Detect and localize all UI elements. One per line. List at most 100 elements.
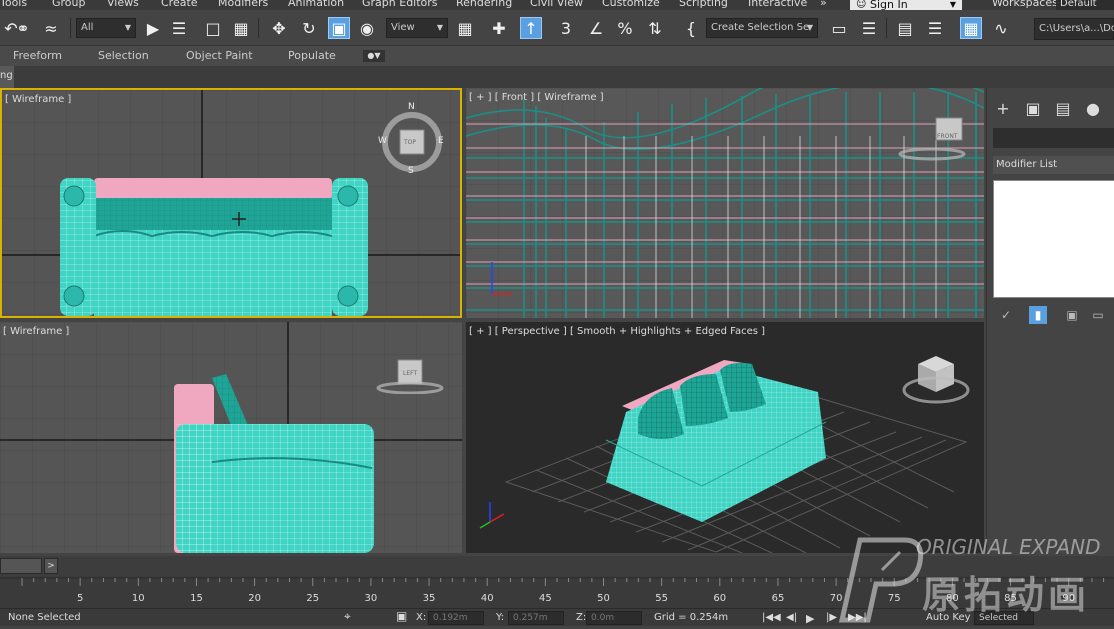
select-manipulate-icon[interactable]: ✚ — [488, 17, 510, 39]
main-toolbar: ↶ ⚭ ≈ All ▼ ▶ ☰ □ ▦ ✥ ↻ ▣ ◉ View ▼ ▦ ✚ ↑ 3… — [0, 10, 1114, 46]
viewport-front-label[interactable]: [ + ] [ Front ] [ Wireframe ] — [469, 92, 604, 103]
x-label: X: — [416, 612, 427, 623]
modifier-stack[interactable] — [993, 180, 1114, 298]
isolate-selection-icon[interactable]: ⌖ — [344, 609, 351, 624]
remove-modifier-icon[interactable]: ▭ — [1089, 306, 1107, 324]
layer-explorer-icon[interactable]: ☰ — [924, 17, 946, 39]
edit-named-selection-icon[interactable]: { — [680, 17, 702, 39]
y-label: Y: — [496, 612, 505, 623]
modifier-list-dropdown[interactable]: Modifier List — [993, 156, 1114, 174]
link-icon[interactable]: ⚭ — [12, 17, 34, 39]
create-tab-icon[interactable]: + — [991, 96, 1015, 120]
select-by-name-icon[interactable]: ☰ — [168, 17, 190, 39]
menu-graph-editors[interactable]: Graph Editors — [362, 0, 438, 9]
auto-key-button[interactable]: Auto Key — [926, 612, 971, 623]
viewport-left[interactable]: [ Wireframe ] LEFT — [0, 322, 462, 553]
menu-civil-view[interactable]: Civil View — [530, 0, 583, 9]
rotate-icon[interactable]: ↻ — [298, 17, 320, 39]
previous-frame-icon[interactable]: ◀| — [786, 612, 797, 623]
spinner-snap-icon[interactable]: ⇅ — [644, 17, 666, 39]
y-coordinate-field[interactable]: 0.257m — [508, 611, 564, 625]
go-to-end-icon[interactable]: ▶▶| — [848, 612, 867, 623]
workspace-dropdown[interactable]: Default — [1056, 0, 1114, 10]
menu-rendering[interactable]: Rendering — [456, 0, 512, 9]
pivot-center-icon[interactable]: ▦ — [454, 17, 476, 39]
time-slider-handle[interactable] — [0, 558, 42, 574]
scale-icon[interactable]: ▣ — [328, 17, 350, 39]
menu-group[interactable]: Group — [52, 0, 86, 9]
z-coordinate-field[interactable]: 0.0m — [586, 611, 642, 625]
mirror-icon[interactable]: ▭ — [828, 17, 850, 39]
track-tick-label: 10 — [132, 593, 145, 604]
ribbon-panel-tab[interactable]: ng — [0, 66, 14, 88]
percent-snap-icon[interactable]: % — [614, 17, 636, 39]
go-to-start-icon[interactable]: |◀◀ — [762, 612, 781, 623]
menu-create[interactable]: Create — [161, 0, 198, 9]
rectangular-selection-icon[interactable]: □ — [202, 17, 224, 39]
menu-customize[interactable]: Customize — [602, 0, 660, 9]
viewport-left-label[interactable]: [ Wireframe ] — [3, 326, 69, 337]
keyboard-shortcut-override-icon[interactable]: ↑ — [520, 17, 542, 39]
next-frame-icon[interactable]: |▶ — [826, 612, 837, 623]
ribbon-tab-freeform[interactable]: Freeform — [13, 49, 62, 62]
sign-in-button[interactable]: ☺ Sign In ▼ — [850, 0, 962, 10]
track-tick-label: 20 — [248, 593, 261, 604]
next-frame-button[interactable]: > — [44, 558, 58, 574]
angle-snap-icon[interactable]: ∠ — [585, 17, 607, 39]
viewport-perspective[interactable]: [ + ] [ Perspective ] [ Smooth + Highlig… — [466, 322, 984, 553]
selection-status: None Selected — [8, 612, 81, 623]
viewcube-top[interactable]: N E S W TOP — [378, 102, 446, 176]
key-mode-dropdown[interactable]: Selected — [974, 611, 1034, 625]
menu-tools[interactable]: Tools — [0, 0, 27, 9]
window-crossing-icon[interactable]: ▦ — [230, 17, 252, 39]
placement-icon[interactable]: ◉ — [356, 17, 378, 39]
absolute-mode-icon[interactable]: ▣ — [396, 609, 407, 623]
viewport-front[interactable]: [ + ] [ Front ] [ Wireframe ] FRONT — [466, 88, 984, 318]
motion-tab-icon[interactable]: ● — [1081, 96, 1105, 120]
reference-coordinate-dropdown[interactable]: View ▼ — [386, 18, 448, 38]
compass-north: N — [408, 102, 415, 112]
menu-overflow[interactable]: » — [820, 0, 827, 9]
ribbon-tab-object-paint[interactable]: Object Paint — [186, 49, 253, 62]
viewport-perspective-label[interactable]: [ + ] [ Perspective ] [ Smooth + Highlig… — [469, 326, 765, 337]
track-tick-label: 70 — [830, 593, 843, 604]
object-name-field[interactable] — [993, 128, 1114, 148]
pin-stack-icon[interactable]: ✓ — [997, 306, 1015, 324]
ribbon-tab-populate[interactable]: Populate — [288, 49, 336, 62]
menu-scripting[interactable]: Scripting — [679, 0, 728, 9]
named-selection-set-dropdown[interactable]: Create Selection Se ▼ — [706, 18, 818, 38]
align-icon[interactable]: ☰ — [858, 17, 880, 39]
project-path-field[interactable]: C:\Users\a...\Docs — [1034, 18, 1114, 40]
ribbon-options-dropdown[interactable]: ●▼ — [363, 50, 385, 62]
make-unique-icon[interactable]: ▣ — [1063, 306, 1081, 324]
toggle-ribbon-icon[interactable]: ▦ — [960, 17, 982, 39]
chevron-down-icon: ▼ — [806, 23, 813, 32]
track-bar[interactable]: 5 10 15 20 25 30 35 40 45 50 55 60 65 70 75 80 85 90 — [0, 576, 1114, 608]
snaps-toggle-icon[interactable]: 3 — [555, 17, 577, 39]
viewport-top[interactable]: [ Wireframe ] N E S W TOP — [0, 88, 462, 318]
viewcube-front-label[interactable]: FRONT — [937, 133, 958, 140]
bind-space-warp-icon[interactable]: ≈ — [40, 17, 62, 39]
ribbon: Freeform Selection Object Paint Populate… — [0, 46, 1114, 66]
command-panel: + ▣ ▤ ● Modifier List ✓ ▮ ▣ ▭ — [986, 88, 1114, 553]
show-end-result-icon[interactable]: ▮ — [1029, 306, 1047, 324]
select-object-icon[interactable]: ▶ — [142, 17, 164, 39]
compass-south: S — [408, 166, 414, 176]
ribbon-tab-selection[interactable]: Selection — [98, 49, 149, 62]
modify-tab-icon[interactable]: ▣ — [1021, 96, 1045, 120]
scene-explorer-icon[interactable]: ▤ — [894, 17, 916, 39]
x-coordinate-field[interactable]: 0.192m — [428, 611, 484, 625]
menu-views[interactable]: Views — [107, 0, 139, 9]
play-icon[interactable]: ▶ — [806, 612, 814, 625]
curve-editor-icon[interactable]: ∿ — [990, 17, 1012, 39]
menu-modifiers[interactable]: Modifiers — [218, 0, 268, 9]
hierarchy-tab-icon[interactable]: ▤ — [1051, 96, 1075, 120]
time-slider[interactable]: > — [0, 556, 1114, 576]
menu-animation[interactable]: Animation — [288, 0, 344, 9]
viewcube-left[interactable]: LEFT — [376, 358, 448, 395]
menu-interactive[interactable]: Interactive — [748, 0, 807, 9]
move-icon[interactable]: ✥ — [268, 17, 290, 39]
selection-filter-dropdown[interactable]: All ▼ — [76, 18, 136, 38]
viewport-top-label[interactable]: [ Wireframe ] — [5, 94, 71, 105]
grid-size: Grid = 0.254m — [654, 612, 729, 623]
